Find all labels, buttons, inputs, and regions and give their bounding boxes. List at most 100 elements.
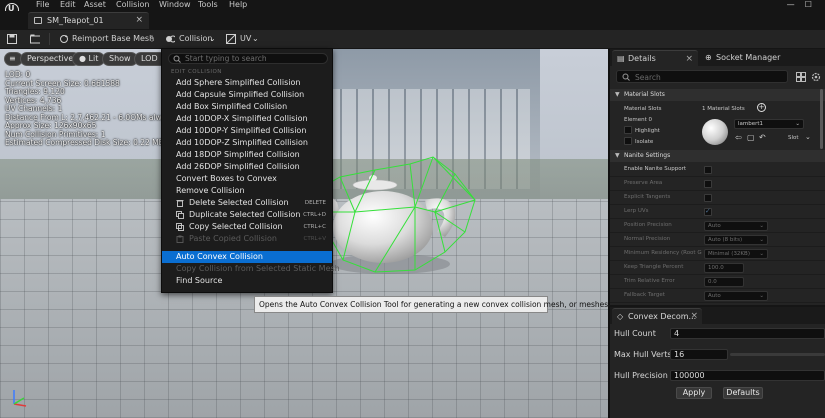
- menu-item-copy-selected[interactable]: Copy Selected Collision CTRL+C: [162, 221, 332, 233]
- collision-dropdown-button[interactable]: Collision: [179, 34, 213, 43]
- menu-help[interactable]: Help: [229, 0, 247, 10]
- lod-button[interactable]: LOD Au: [134, 52, 162, 66]
- apply-button[interactable]: Apply: [676, 387, 712, 399]
- menu-edit[interactable]: Edit: [60, 0, 76, 10]
- menu-item-remove-collision[interactable]: Remove Collision: [162, 185, 332, 197]
- minimum-residency-dropdown[interactable]: Minimal (32KB) ⌄: [704, 249, 768, 259]
- max-hull-verts-slider[interactable]: [730, 353, 825, 356]
- keep-triangle-percent-field[interactable]: 100.0: [704, 263, 744, 273]
- prop-row-keep-triangle-percent: Keep Triangle Percent 100.0: [610, 261, 825, 275]
- menu-asset[interactable]: Asset: [84, 0, 106, 10]
- menu-window[interactable]: Window: [159, 0, 191, 10]
- position-precision-dropdown[interactable]: Auto ⌄: [704, 221, 768, 231]
- maximize-icon[interactable]: ☐: [805, 0, 812, 9]
- lod-label: LOD Au: [141, 54, 158, 63]
- chevron-down-icon: ⌄: [759, 293, 764, 299]
- hull-precision-field[interactable]: [670, 370, 825, 381]
- chevron-down-icon[interactable]: ⌄: [805, 133, 811, 141]
- lit-button[interactable]: ● Lit: [72, 52, 106, 66]
- menu-item-find-source[interactable]: Find Source: [162, 275, 332, 287]
- details-tab-bar: ▤ Details × ⊕ Socket Manager: [610, 49, 825, 66]
- uv-dropdown-button[interactable]: UV: [240, 34, 251, 43]
- material-slots-count: 1 Material Slots: [702, 106, 745, 112]
- menu-collision[interactable]: Collision: [116, 0, 150, 10]
- shortcut-label: CTRL+D: [303, 212, 326, 218]
- menu-search-box[interactable]: [168, 53, 328, 64]
- enable-nanite-checkbox[interactable]: [704, 166, 712, 174]
- explicit-tangents-checkbox[interactable]: [704, 194, 712, 202]
- material-thumbnail[interactable]: [702, 119, 728, 145]
- menu-item-add-10dop-x[interactable]: Add 10DOP-X Simplified Collision: [162, 113, 332, 125]
- menu-item-add-10dop-y[interactable]: Add 10DOP-Y Simplified Collision: [162, 125, 332, 137]
- prop-label: Position Precision: [624, 222, 672, 228]
- menu-tools[interactable]: Tools: [198, 0, 218, 10]
- menu-item-add-box[interactable]: Add Box Simplified Collision: [162, 101, 332, 113]
- details-scrollbar[interactable]: [820, 89, 823, 149]
- toolbar-more-icon[interactable]: ⋮: [148, 34, 156, 43]
- chevron-down-icon: ⌄: [759, 223, 764, 229]
- menu-section-label: EDIT COLLISION: [171, 69, 222, 75]
- perspective-label: Perspective: [27, 54, 74, 63]
- details-search-input[interactable]: [635, 72, 785, 82]
- window-controls[interactable]: — ☐: [787, 0, 817, 10]
- hull-count-field[interactable]: [670, 328, 825, 339]
- chevron-down-icon: ⌄: [759, 251, 764, 257]
- trim-relative-error-field[interactable]: 0.0: [704, 277, 744, 287]
- material-dropdown[interactable]: lambert1 ⌄: [734, 119, 804, 129]
- lerp-uvs-checkbox[interactable]: [704, 207, 712, 216]
- minimize-icon[interactable]: —: [787, 0, 795, 9]
- prop-row-enable-nanite: Enable Nanite Support: [610, 163, 825, 177]
- details-search-box[interactable]: [616, 70, 788, 83]
- preserve-area-checkbox[interactable]: [704, 180, 712, 188]
- close-tab-icon[interactable]: ×: [690, 309, 698, 324]
- menu-search-input[interactable]: [185, 54, 325, 63]
- max-hull-verts-label: Max Hull Verts: [614, 350, 672, 359]
- normal-precision-dropdown[interactable]: Auto (8 bits) ⌄: [704, 235, 768, 245]
- section-material-slots[interactable]: ▼ Material Slots: [610, 89, 825, 101]
- settings-gear-icon[interactable]: [811, 72, 821, 82]
- menu-item-add-10dop-z[interactable]: Add 10DOP-Z Simplified Collision: [162, 137, 332, 149]
- show-button[interactable]: Show: [102, 52, 138, 66]
- menu-item-delete-selected[interactable]: Delete Selected Collision DELETE: [162, 197, 332, 209]
- fallback-target-dropdown[interactable]: Auto ⌄: [704, 291, 768, 301]
- teapot-mesh[interactable]: [315, 152, 490, 287]
- tab-socket-manager[interactable]: ⊕ Socket Manager: [700, 50, 825, 66]
- add-slot-icon[interactable]: +: [757, 103, 766, 112]
- browse-folder-icon[interactable]: [30, 34, 40, 44]
- isolate-checkbox[interactable]: [624, 137, 632, 145]
- prop-row-explicit-tangents: Explicit Tangents: [610, 191, 825, 205]
- chevron-down-icon: ⌄: [795, 121, 800, 127]
- save-icon[interactable]: [7, 34, 17, 44]
- grid-view-icon[interactable]: [796, 72, 806, 82]
- tab-convex-decomposition[interactable]: ◇ Convex Decom... ×: [612, 308, 702, 324]
- menu-item-add-26dop[interactable]: Add 26DOP Simplified Collision: [162, 161, 332, 173]
- defaults-button[interactable]: Defaults: [723, 387, 763, 399]
- browse-folder-icon[interactable]: ▢: [747, 133, 755, 142]
- teapot-body: [333, 191, 433, 263]
- reset-icon[interactable]: ↶: [759, 133, 766, 142]
- asset-tab[interactable]: SM_Teapot_01 ×: [28, 12, 149, 29]
- shortcut-label: CTRL+C: [303, 224, 326, 230]
- menu-file[interactable]: File: [36, 0, 49, 10]
- duplicate-icon: [176, 211, 184, 219]
- highlight-label: Highlight: [635, 128, 660, 134]
- section-nanite-settings[interactable]: ▼ Nanite Settings: [610, 150, 825, 162]
- teapot-lid: [352, 179, 398, 191]
- reimport-base-mesh-button[interactable]: Reimport Base Mesh: [72, 34, 154, 43]
- toolbar: Reimport Base Mesh ⋮ Collision ⌄ UV ⌄: [0, 30, 825, 48]
- tab-details[interactable]: ▤ Details ×: [612, 50, 698, 66]
- menu-item-add-capsule[interactable]: Add Capsule Simplified Collision: [162, 89, 332, 101]
- menu-item-duplicate-selected[interactable]: Duplicate Selected Collision CTRL+D: [162, 209, 332, 221]
- browse-back-icon[interactable]: ⇦: [735, 133, 742, 142]
- highlight-checkbox[interactable]: [624, 126, 632, 134]
- menu-item-add-18dop[interactable]: Add 18DOP Simplified Collision: [162, 149, 332, 161]
- max-hull-verts-field[interactable]: [670, 349, 728, 360]
- menu-item-add-sphere[interactable]: Add Sphere Simplified Collision: [162, 77, 332, 89]
- dropdown-value: Minimal (32KB): [708, 251, 750, 257]
- menu-item-auto-convex-collision[interactable]: Auto Convex Collision: [162, 251, 332, 263]
- hull-precision-label: Hull Precision: [614, 371, 668, 380]
- menu-item-convert-boxes[interactable]: Convert Boxes to Convex: [162, 173, 332, 185]
- close-tab-icon[interactable]: ×: [685, 51, 693, 67]
- close-tab-icon[interactable]: ×: [135, 15, 143, 25]
- prop-label: Enable Nanite Support: [624, 166, 687, 172]
